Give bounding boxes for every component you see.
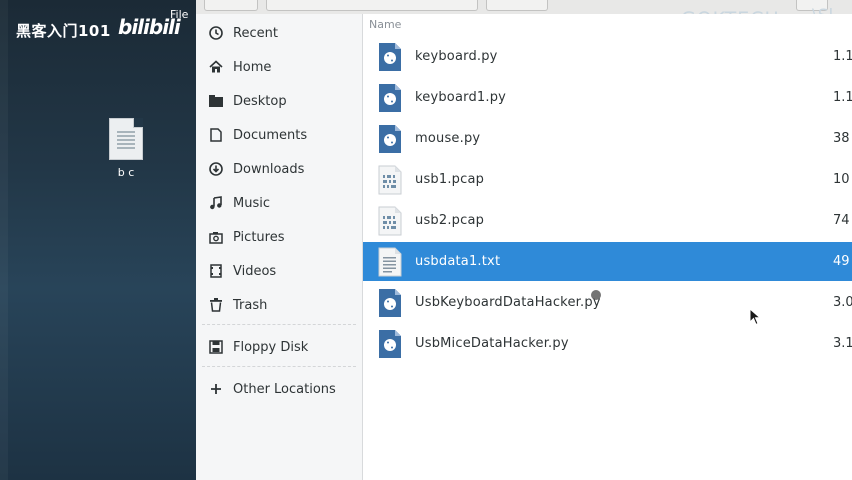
file-size: 10 [833,172,850,187]
column-header-name[interactable]: Name [369,18,401,31]
trash-icon [208,297,224,313]
file-size: 49 [833,254,850,269]
download-icon [208,161,224,177]
mouse-pointer-icon [749,308,761,326]
python-file-icon [377,42,403,72]
file-name: keyboard.py [415,49,498,64]
video-overlay-title: 黑客入门101 [16,22,111,40]
sidebar-item-other-locations[interactable]: Other Locations [196,374,362,404]
file-size: 38 [833,131,850,146]
sidebar-separator [202,366,356,367]
text-file-icon [109,118,143,160]
sidebar-item-trash[interactable]: Trash [196,290,362,320]
file-manager-window: GOKTECH \Sl Recent Home Desktop Document [196,0,852,480]
clock-icon [208,25,224,41]
sidebar-item-label: Other Locations [233,381,336,397]
sidebar-item-downloads[interactable]: Downloads [196,154,362,184]
sidebar-item-music[interactable]: Music [196,188,362,218]
sidebar-item-recent[interactable]: Recent [196,18,362,48]
file-row[interactable]: UsbKeyboardDataHacker.py 3.0 [363,283,852,322]
sidebar-item-label: Home [233,59,272,75]
file-menu-tab[interactable]: File [170,8,188,21]
python-file-icon [377,124,403,154]
file-size: 3.0 [833,295,852,310]
sidebar-item-videos[interactable]: Videos [196,256,362,286]
file-size: 1.1 [833,49,852,64]
sidebar-item-label: Floppy Disk [233,339,309,355]
sidebar-item-label: Videos [233,263,277,279]
path-segment-button[interactable] [486,0,548,11]
binary-file-icon [377,165,403,195]
desktop-file[interactable]: b c [104,118,148,179]
home-icon [208,59,224,75]
film-icon [208,263,224,279]
music-note-icon [208,195,224,211]
file-size: 74 [833,213,850,228]
file-size: 3.1 [833,336,852,351]
desktop-background: 黑客入门101 bilibili File b c [0,0,196,480]
file-name: mouse.py [415,131,481,146]
file-name: keyboard1.py [415,90,507,105]
desktop-folder-icon [208,93,224,109]
file-name: usb2.pcap [415,213,485,228]
text-file-icon [377,247,403,277]
floppy-icon [208,339,224,355]
python-file-icon [377,329,403,359]
sidebar-item-label: Pictures [233,229,285,245]
mouse-cursor-indicator [591,290,601,300]
plus-icon [208,381,224,397]
python-file-icon [377,83,403,113]
sidebar-item-label: Desktop [233,93,287,109]
sidebar-item-desktop[interactable]: Desktop [196,86,362,116]
sidebar-item-floppy-disk[interactable]: Floppy Disk [196,332,362,362]
file-name: usb1.pcap [415,172,485,187]
sidebar-item-label: Trash [233,297,268,313]
sidebar-item-documents[interactable]: Documents [196,120,362,150]
file-row[interactable]: usb2.pcap 74 [363,201,852,240]
python-file-icon [377,288,403,318]
sidebar-item-home[interactable]: Home [196,52,362,82]
path-bar[interactable] [266,0,478,11]
file-name: UsbKeyboardDataHacker.py [415,295,601,310]
file-row[interactable]: keyboard1.py 1.1 [363,78,852,117]
file-row[interactable]: UsbMiceDataHacker.py 3.1 [363,324,852,363]
back-forward-button[interactable] [204,0,258,11]
file-row[interactable]: keyboard.py 1.1 [363,37,852,76]
file-list: Name keyboard.py 1.1 keyboard1.py 1.1 mouse.… [363,14,852,480]
desktop-file-label: b c [117,166,135,179]
sidebar-item-label: Recent [233,25,278,41]
file-row[interactable]: usb1.pcap 10 [363,160,852,199]
file-row[interactable]: mouse.py 38 [363,119,852,158]
document-icon [208,127,224,143]
sidebar-item-label: Music [233,195,270,211]
file-name: usbdata1.txt [415,254,501,269]
sidebar-item-label: Downloads [233,161,305,177]
sidebar-separator [202,324,356,325]
file-row-selected[interactable]: usbdata1.txt 49 [363,242,852,281]
sidebar-item-label: Documents [233,127,308,143]
places-sidebar: Recent Home Desktop Documents Downloads [196,14,363,480]
camera-icon [208,229,224,245]
sidebar-item-pictures[interactable]: Pictures [196,222,362,252]
file-size: 1.1 [833,90,852,105]
file-name: UsbMiceDataHacker.py [415,336,569,351]
binary-file-icon [377,206,403,236]
